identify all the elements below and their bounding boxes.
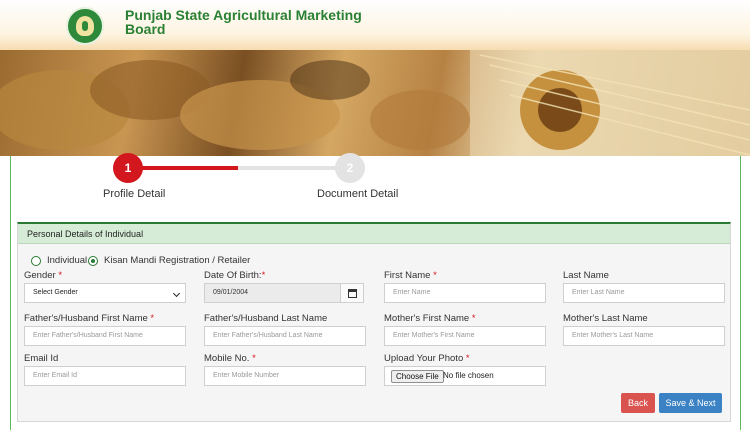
gender-select[interactable]: Select Gender: [24, 283, 186, 303]
org-title: Punjab State Agricultural Marketing Boar…: [125, 7, 362, 37]
gender-select-value: Select Gender: [33, 289, 78, 296]
wizard-progress-done: [128, 166, 238, 170]
calendar-icon: [348, 289, 357, 298]
email-label: Email Id: [24, 353, 59, 364]
mobile-label: Mobile No. *: [204, 353, 256, 364]
photo-upload: Choose File No file chosen: [384, 366, 546, 386]
dob-input[interactable]: 09/01/2004: [204, 283, 341, 303]
choose-file-button[interactable]: Choose File: [391, 370, 444, 383]
site-header: Punjab State Agricultural Marketing Boar…: [0, 0, 750, 50]
save-next-button[interactable]: Save & Next: [659, 393, 722, 413]
step-2-indicator[interactable]: 2: [335, 153, 365, 183]
step-2-label: Document Detail: [317, 188, 399, 200]
mother-first-name-input[interactable]: Enter Mother's First Name: [384, 326, 546, 346]
last-name-label: Last Name: [563, 270, 609, 281]
mother-last-name-input[interactable]: Enter Mother's Last Name: [563, 326, 725, 346]
photo-label: Upload Your Photo *: [384, 353, 470, 364]
wheat-banner-image: [0, 50, 750, 156]
gender-label: Gender *: [24, 270, 63, 281]
father-last-name-label: Father's/Husband Last Name: [204, 313, 328, 324]
step-1-indicator[interactable]: 1: [113, 153, 143, 183]
father-first-name-label: Father's/Husband First Name *: [24, 313, 155, 324]
father-first-name-input[interactable]: Enter Father's/Husband First Name: [24, 326, 186, 346]
radio-individual[interactable]: [31, 256, 41, 266]
logo-mark: [82, 21, 88, 31]
dob-label: Date Of Birth:*: [204, 270, 266, 281]
radio-kisan-mandi-label[interactable]: Kisan Mandi Registration / Retailer: [104, 255, 250, 266]
file-status-text: No file chosen: [443, 371, 494, 380]
mother-last-name-label: Mother's Last Name: [563, 313, 648, 324]
radio-kisan-mandi[interactable]: [88, 256, 98, 266]
chevron-down-icon: [172, 289, 181, 298]
mobile-input[interactable]: Enter Mobile Number: [204, 366, 366, 386]
first-name-input[interactable]: Enter Name: [384, 283, 546, 303]
father-last-name-input[interactable]: Enter Father's/Husband Last Name: [204, 326, 366, 346]
personal-details-panel: Personal Details of Individual Individua…: [17, 222, 731, 422]
page-border-right: [740, 156, 741, 430]
mother-first-name-label: Mother's First Name *: [384, 313, 476, 324]
last-name-input[interactable]: Enter Last Name: [563, 283, 725, 303]
step-1-label: Profile Detail: [103, 188, 166, 200]
first-name-label: First Name *: [384, 270, 437, 281]
radio-individual-label[interactable]: Individual: [47, 255, 87, 266]
email-input[interactable]: Enter Email Id: [24, 366, 186, 386]
panel-title: Personal Details of Individual: [18, 224, 730, 244]
calendar-button[interactable]: [340, 283, 364, 303]
wizard-progress-pending: [238, 166, 350, 170]
page-border-left: [10, 156, 11, 430]
board-logo[interactable]: [66, 7, 104, 45]
back-button[interactable]: Back: [621, 393, 655, 413]
